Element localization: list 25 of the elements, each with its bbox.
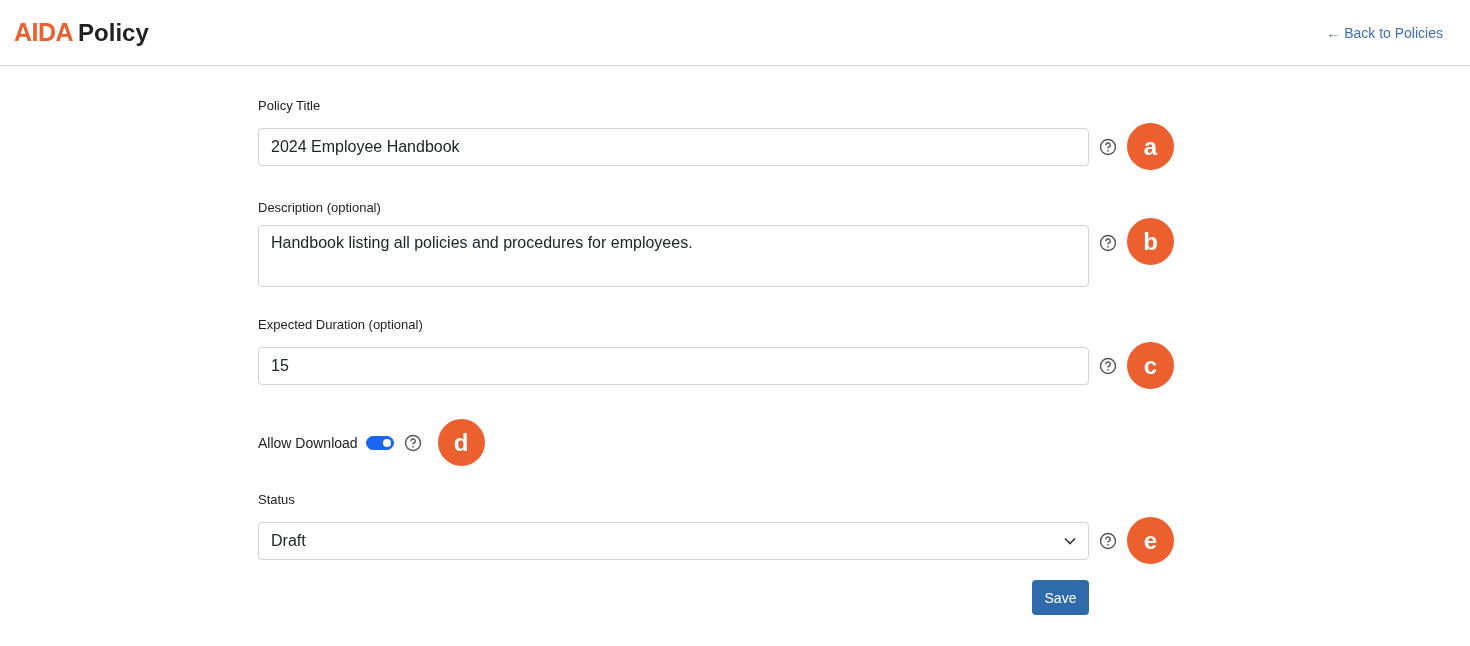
status-select[interactable]: Draft: [258, 521, 1089, 560]
annotation-badge: e: [1127, 517, 1174, 564]
help-icon[interactable]: [1099, 137, 1117, 156]
textarea-field[interactable]: Handbook listing all policies and procedures for employees.: [258, 225, 1089, 287]
app-title: Policy: [78, 18, 149, 47]
field-label: Description (optional): [258, 200, 382, 215]
field-label: Expected Duration (optional): [258, 317, 424, 332]
input-field[interactable]: 2024 Employee Handbook: [258, 127, 1089, 166]
help-icon[interactable]: [1099, 356, 1117, 375]
back-link[interactable]: ← Back to Policies: [1326, 24, 1443, 41]
field-label: Status: [258, 492, 296, 507]
help-icon[interactable]: [403, 433, 422, 452]
annotation-badge: a: [1127, 123, 1174, 170]
toggle-label: Allow Download: [258, 434, 358, 451]
toggle-switch[interactable]: [365, 435, 394, 450]
input-field[interactable]: 15: [258, 346, 1089, 385]
annotation-badge: d: [437, 419, 485, 466]
annotation-badge: b: [1127, 218, 1174, 265]
chevron-down-icon: [1064, 536, 1076, 545]
help-icon[interactable]: [1099, 531, 1117, 550]
annotation-badge: c: [1127, 342, 1174, 389]
save-button[interactable]: Save: [1032, 580, 1089, 615]
logo: AIDA: [14, 18, 74, 47]
field-label: Policy Title: [258, 98, 322, 113]
help-icon[interactable]: [1099, 234, 1117, 252]
